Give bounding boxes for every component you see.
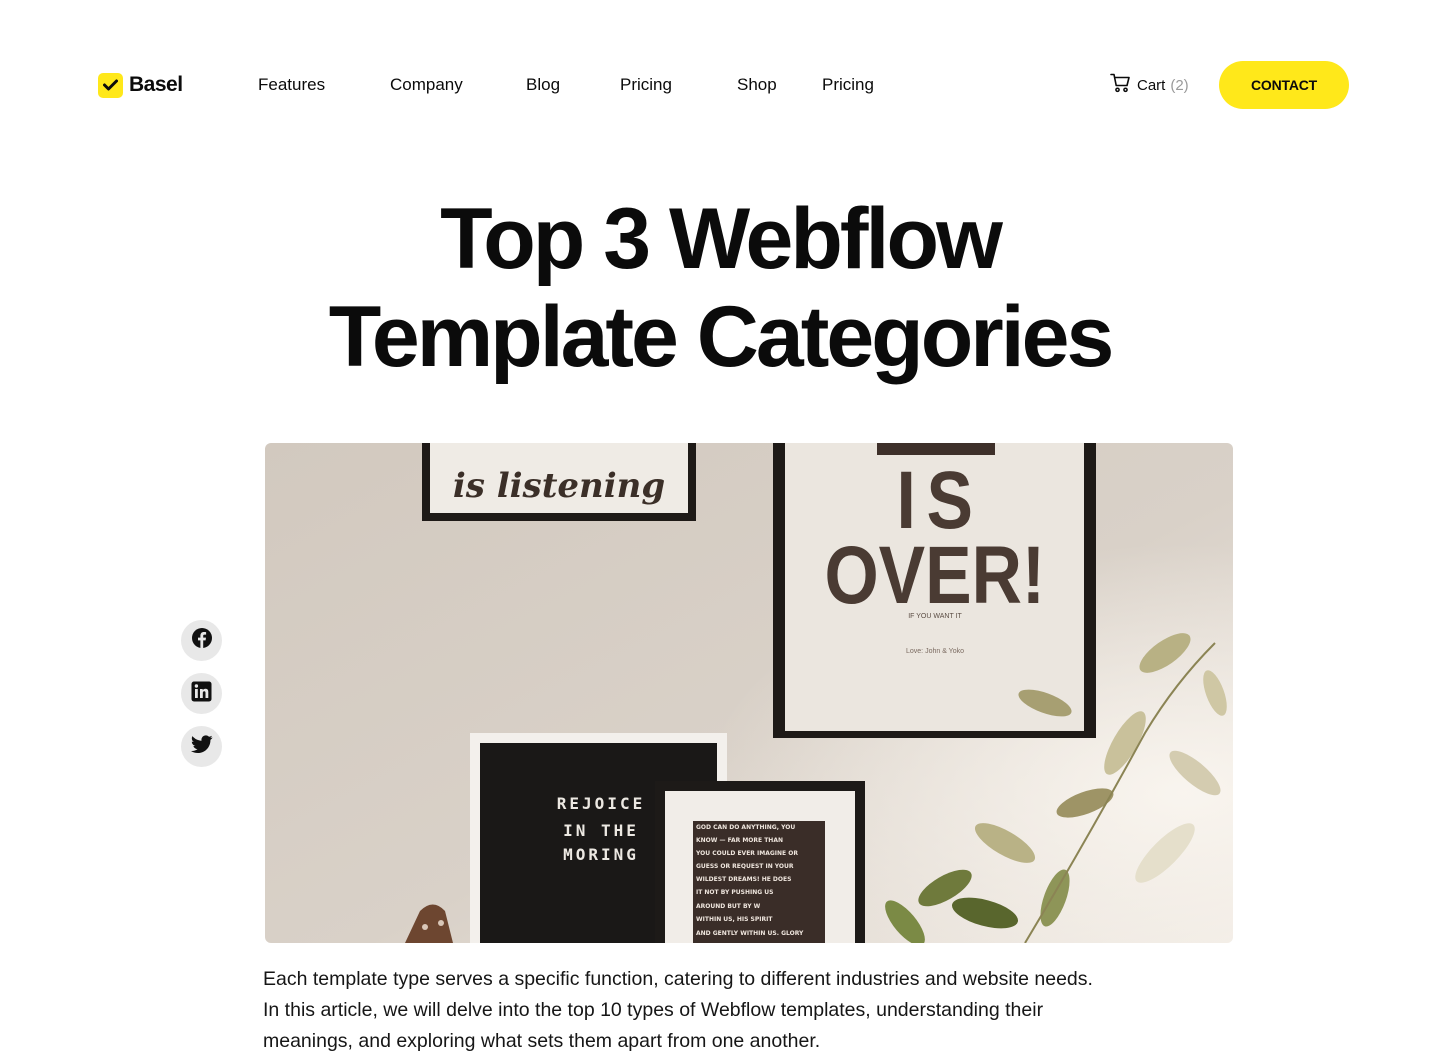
nav-link-blog[interactable]: Blog [526,72,560,98]
contact-button[interactable]: CONTACT [1219,61,1349,109]
twitter-icon [190,734,213,759]
brand-logo[interactable]: Basel [98,72,183,98]
hero-image: is listening IS OVER! IF YOU WANT IT Lov… [265,443,1233,943]
letterboard-line-3: MORING [563,845,639,864]
poster-right-small-1: IF YOU WANT IT [908,613,962,620]
small-quote-line-5: WILDEST DREAMS! HE DOES [696,876,791,883]
article-intro: Each template type serves a specific fun… [263,968,1093,1052]
facebook-icon [191,627,213,654]
small-quote-line-8: WITHIN US, HIS SPIRIT [696,916,773,923]
nav-link-pricing-2[interactable]: Pricing [822,72,874,98]
cart-link[interactable]: Cart (2) [1110,72,1189,98]
top-navigation: Basel Features Company Blog Pricing Shop… [0,0,1440,170]
small-quote-line-3: YOU COULD EVER IMAGINE OR [695,850,798,857]
article-title: Top 3 Webflow Template Categories [0,190,1440,386]
small-quote-line-6: IT NOT BY PUSHING US [696,889,773,896]
brand-name: Basel [129,73,183,96]
letterboard-line-1: REJOICE [557,794,645,813]
article-title-line-1: Top 3 Webflow [440,191,1003,287]
poster-top-frame: is listening [422,443,696,521]
social-share-bar [181,620,222,779]
linkedin-share-button[interactable] [181,673,222,714]
cart-icon [1110,73,1131,97]
facebook-share-button[interactable] [181,620,222,661]
poster-top-text: is listening [453,466,665,506]
checkmark-icon [98,72,123,98]
nav-link-shop[interactable]: Shop [737,72,777,98]
nav-link-pricing[interactable]: Pricing [620,72,672,98]
twitter-share-button[interactable] [181,726,222,767]
nav-link-features[interactable]: Features [258,72,325,98]
small-quote-line-7: AROUND BUT BY W [696,903,761,910]
poster-right-line-2: OVER! [824,530,1045,622]
poster-right-small-2: Love: John & Yoko [906,648,964,655]
small-quote-line-9: AND GENTLY WITHIN US. GLORY [696,930,804,937]
small-quote-line-1: GOD CAN DO ANYTHING, YOU [696,824,795,831]
cart-count-badge: (2) [1170,76,1189,94]
letterboard-line-2: IN THE [563,821,639,840]
nav-link-company[interactable]: Company [390,72,463,98]
small-quote-line-2: KNOW — FAR MORE THAN [696,837,783,844]
article-title-line-2: Template Categories [328,289,1115,385]
cart-label: Cart [1137,76,1166,94]
small-quote-line-4: GUESS OR REQUEST IN YOUR [696,863,794,870]
small-quote-frame: GOD CAN DO ANYTHING, YOU KNOW — FAR MORE… [655,781,865,943]
linkedin-icon [191,681,212,707]
